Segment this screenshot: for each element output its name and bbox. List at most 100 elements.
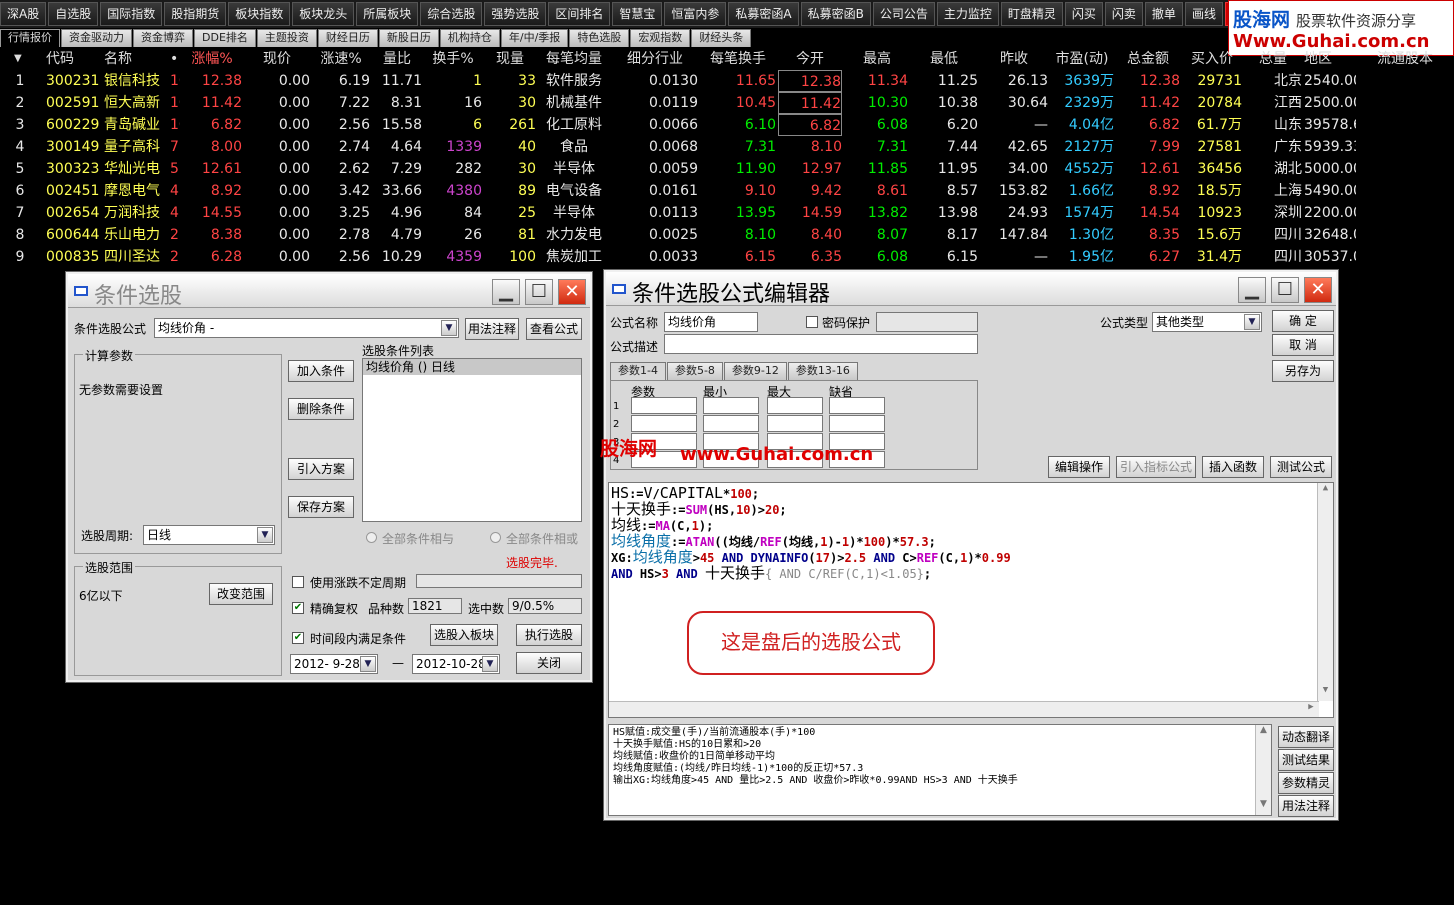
condition-list[interactable]: 均线价角 () 日线 <box>362 358 582 522</box>
test-formula-button[interactable]: 测试公式 <box>1270 456 1332 478</box>
fq-checkbox[interactable]: ✔ <box>292 602 304 614</box>
notes-panel[interactable]: HS赋值:成交量(手)/当前流通股本(手)*100 十天换手赋值:HS的10日累和… <box>608 724 1272 816</box>
chevron-down-icon[interactable]: ▼ <box>482 656 498 672</box>
date-from-input[interactable]: 2012- 9-28 ▼ <box>290 654 378 674</box>
table-row[interactable]: 3 600229青岛碱业 10.00 6.82 0.00 2.56 15.58 6 261 化工原… <box>0 114 1454 136</box>
tab-8[interactable]: 年/中/季报 <box>500 29 569 47</box>
column-header[interactable]: 今开 <box>778 48 842 70</box>
or-radio[interactable] <box>490 532 501 543</box>
column-header[interactable]: 总量 <box>1244 48 1302 70</box>
column-header[interactable]: 现量 <box>484 48 536 70</box>
column-header[interactable]: 量比 <box>372 48 422 70</box>
param-input[interactable] <box>767 397 823 414</box>
save-as-button[interactable]: 另存为 <box>1272 360 1334 382</box>
cancel-button[interactable]: 取 消 <box>1272 334 1334 356</box>
column-header[interactable]: 现价 <box>244 48 310 70</box>
toolbar-button[interactable]: 股指期货 <box>164 2 227 26</box>
notes-vscroll[interactable]: ▲ ▼ <box>1255 725 1271 815</box>
table-row[interactable]: 2 002591恒大高新 10.02 11.42 0.00 7.22 8.31 16 30 机械基… <box>0 92 1454 114</box>
tab-10[interactable]: 宏观指数 <box>630 29 691 47</box>
time-checkbox[interactable]: ✔ <box>292 632 304 644</box>
scroll-up-icon[interactable]: ▲ <box>1318 483 1333 499</box>
column-header[interactable]: 最高 <box>846 48 908 70</box>
type-select[interactable]: 其他类型 ▼ <box>1152 312 1262 332</box>
column-header[interactable]: 最低 <box>910 48 978 70</box>
column-header[interactable]: 涨幅% <box>182 48 242 70</box>
column-header[interactable]: • <box>170 48 180 70</box>
password-checkbox[interactable] <box>806 316 818 328</box>
tab-9[interactable]: 特色选股 <box>569 29 630 47</box>
tab-4[interactable]: 主题投资 <box>256 29 317 47</box>
password-input[interactable] <box>876 312 978 332</box>
import-plan-button[interactable]: 引入方案 <box>288 458 354 480</box>
table-row[interactable]: 1 300231银信科技 10.04 12.38 0.00 6.19 11.71 1 33 软件服… <box>0 70 1454 92</box>
toolbar-button[interactable]: 深A股 <box>0 2 47 26</box>
table-row[interactable]: 5 300323华灿光电 5.52 12.61 0.00 2.62 7.29 282 30 半导体… <box>0 158 1454 180</box>
side-button-3[interactable]: 用法注释 <box>1278 795 1334 817</box>
column-header[interactable]: 涨速% <box>312 48 370 70</box>
param-input[interactable] <box>631 415 697 432</box>
and-radio[interactable] <box>366 532 377 543</box>
usage-button[interactable]: 用法注释 <box>465 318 519 340</box>
column-header[interactable]: 代码 <box>46 48 102 70</box>
toolbar-button[interactable]: 强势选股 <box>484 2 547 26</box>
toolbar-button[interactable]: 闪卖 <box>1104 2 1143 26</box>
close-window-button[interactable]: ✕ <box>1304 277 1332 303</box>
chevron-down-icon[interactable]: ▼ <box>1244 314 1260 330</box>
tab-5[interactable]: 财经日历 <box>317 29 378 47</box>
sort-arrow-icon[interactable]: ▼ <box>14 48 32 70</box>
scroll-down-icon[interactable]: ▼ <box>1256 799 1271 815</box>
table-row[interactable]: 4 300149量子高科 7.53 8.00 0.00 2.74 4.64 1339 40 食品 0… <box>0 136 1454 158</box>
delete-condition-button[interactable]: 删除条件 <box>288 398 354 420</box>
column-header[interactable]: 流通股本 <box>1358 48 1452 70</box>
toolbar-button[interactable]: 综合选股 <box>420 2 483 26</box>
tab-6[interactable]: 新股日历 <box>378 29 439 47</box>
toolbar-button[interactable]: 国际指数 <box>100 2 163 26</box>
side-button-1[interactable]: 测试结果 <box>1278 749 1334 771</box>
toolbar-button[interactable]: 画线 <box>1184 2 1223 26</box>
toolbar-button[interactable]: 公司公告 <box>872 2 935 26</box>
use-period-checkbox[interactable] <box>292 576 304 588</box>
minimize-button[interactable]: ▁ <box>492 279 520 305</box>
date-to-input[interactable]: 2012-10-28 ▼ <box>412 654 500 674</box>
param-tab-0[interactable]: 参数1-4 <box>610 362 666 380</box>
edit-ops-button[interactable]: 编辑操作 <box>1048 456 1110 478</box>
maximize-button[interactable]: ☐ <box>525 279 553 305</box>
toolbar-button[interactable]: 区间排名 <box>548 2 611 26</box>
column-header[interactable]: 细分行业 <box>612 48 698 70</box>
save-plan-button[interactable]: 保存方案 <box>288 496 354 518</box>
execute-button[interactable]: 执行选股 <box>516 624 582 646</box>
param-input[interactable] <box>829 415 885 432</box>
close-window-button[interactable]: ✕ <box>558 279 586 305</box>
toolbar-button[interactable]: 私募密函A <box>728 2 799 26</box>
code-vscroll[interactable]: ▲ ▼ <box>1317 483 1333 701</box>
tab-2[interactable]: 资金博弈 <box>133 29 193 47</box>
param-input[interactable] <box>767 415 823 432</box>
column-header[interactable]: 名称 <box>104 48 170 70</box>
toolbar-button[interactable]: 板块龙头 <box>292 2 355 26</box>
close-button[interactable]: 关闭 <box>516 652 582 674</box>
table-row[interactable]: 6 002451摩恩电气 4.08 8.92 0.00 3.42 33.66 4380 89 电气… <box>0 180 1454 202</box>
param-input[interactable] <box>703 415 759 432</box>
toolbar-button[interactable]: 撤单 <box>1144 2 1183 26</box>
desc-input[interactable] <box>664 334 978 354</box>
param-tab-2[interactable]: 参数9-12 <box>723 362 787 380</box>
toolbar-button[interactable]: 所属板块 <box>356 2 419 26</box>
toolbar-button[interactable]: 私募密函B <box>800 2 871 26</box>
chevron-down-icon[interactable]: ▼ <box>360 656 376 672</box>
table-row[interactable]: 9 000835四川圣达 2.11 6.28 0.00 2.56 10.29 4359 100 焦… <box>0 246 1454 268</box>
tab-3[interactable]: DDE排名 <box>194 29 256 47</box>
import-indicator-button[interactable]: 引入指标公式 <box>1116 456 1196 478</box>
table-row[interactable]: 7 002654万润科技 4.08 14.55 0.00 3.25 4.96 84 25 半导体 0… <box>0 202 1454 224</box>
column-header[interactable]: 换手% <box>424 48 482 70</box>
maximize-button[interactable]: ☐ <box>1271 277 1299 303</box>
list-item[interactable]: 均线价角 () 日线 <box>363 359 581 375</box>
scroll-right-icon[interactable]: ▶ <box>1303 702 1319 712</box>
chevron-down-icon[interactable]: ▼ <box>441 320 457 336</box>
column-header[interactable]: 每笔均量 <box>538 48 610 70</box>
insert-func-button[interactable]: 插入函数 <box>1202 456 1264 478</box>
formula-select[interactable]: 均线价角 - ▼ <box>154 318 459 338</box>
param-tab-1[interactable]: 参数5-8 <box>666 362 723 380</box>
toolbar-button[interactable]: 盯盘精灵 <box>1000 2 1063 26</box>
name-input[interactable]: 均线价角 <box>664 312 758 332</box>
